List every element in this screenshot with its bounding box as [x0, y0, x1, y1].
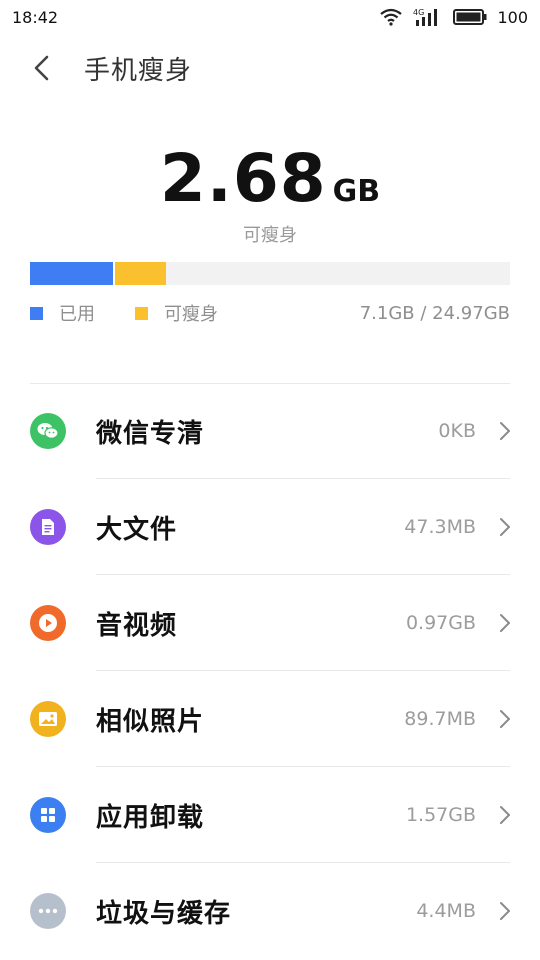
status-bar: 18:42 4G 100: [0, 0, 540, 34]
storage-used-segment: [30, 262, 114, 285]
item-size: 0.97GB: [405, 612, 476, 634]
legend-used-swatch: [30, 306, 43, 320]
cellular-signal-icon: 4G: [413, 7, 443, 27]
status-icons: 4G 100: [379, 7, 528, 27]
list-item-large-files[interactable]: 大文件 47.3MB: [0, 479, 540, 575]
storage-total-text: 7.1GB / 24.97GB: [359, 302, 510, 324]
legend-used: 已用: [30, 300, 95, 326]
battery-level: 100: [497, 7, 528, 27]
item-label: 垃圾与缓存: [96, 898, 232, 929]
storage-slimmable-segment: [115, 262, 167, 285]
list-item-junk-cache[interactable]: 垃圾与缓存 4.4MB: [0, 863, 540, 959]
category-list: 微信专清 0KB 大文件 47.3MB 音视频 0.97GB 相似照片 89.7…: [0, 383, 540, 959]
item-label: 相似照片: [96, 706, 205, 737]
apps-grid-icon: [30, 797, 66, 833]
slimmable-caption: 可瘦身: [243, 225, 297, 246]
item-size: 1.57GB: [405, 804, 476, 826]
legend-slimmable: 可瘦身: [135, 300, 218, 326]
back-button[interactable]: [14, 40, 70, 96]
status-time: 18:42: [12, 7, 59, 27]
list-item-similar-photos[interactable]: 相似照片 89.7MB: [0, 671, 540, 767]
item-size: 0KB: [438, 420, 476, 442]
slimmable-size-unit: GB: [332, 174, 381, 209]
chevron-right-icon: [494, 612, 516, 634]
item-size: 4.4MB: [416, 900, 476, 922]
list-item-media[interactable]: 音视频 0.97GB: [0, 575, 540, 671]
slim-summary: 2.68 GB 可瘦身: [0, 140, 540, 247]
slimmable-size-value: 2.68: [159, 140, 327, 217]
photo-icon: [30, 701, 66, 737]
network-type-label: 4G: [413, 8, 424, 17]
storage-usage-bar: [30, 262, 510, 285]
legend-slimmable-label: 可瘦身: [164, 304, 218, 325]
list-item-wechat[interactable]: 微信专清 0KB: [0, 383, 540, 479]
page-title: 手机瘦身: [84, 55, 193, 86]
item-label: 音视频: [96, 610, 178, 641]
wifi-icon: [379, 8, 403, 26]
chevron-right-icon: [494, 900, 516, 922]
legend-slimmable-swatch: [135, 306, 148, 320]
chevron-left-icon: [34, 55, 49, 81]
chevron-right-icon: [494, 516, 516, 538]
legend-used-label: 已用: [59, 304, 95, 325]
item-label: 微信专清: [96, 418, 205, 449]
item-size: 47.3MB: [404, 516, 476, 538]
item-label: 应用卸载: [96, 802, 205, 833]
list-item-uninstall-apps[interactable]: 应用卸载 1.57GB: [0, 767, 540, 863]
header: 手机瘦身: [0, 40, 540, 96]
item-size: 89.7MB: [404, 708, 476, 730]
play-icon: [30, 605, 66, 641]
battery-icon: [453, 9, 487, 25]
more-dots-icon: [30, 893, 66, 929]
chevron-right-icon: [494, 804, 516, 826]
storage-legend: 已用 可瘦身 7.1GB / 24.97GB: [30, 300, 510, 326]
item-label: 大文件: [96, 514, 178, 545]
slimmable-size: 2.68 GB: [0, 140, 540, 217]
wechat-icon: [30, 413, 66, 449]
chevron-right-icon: [494, 420, 516, 442]
chevron-right-icon: [494, 708, 516, 730]
document-icon: [30, 509, 66, 545]
